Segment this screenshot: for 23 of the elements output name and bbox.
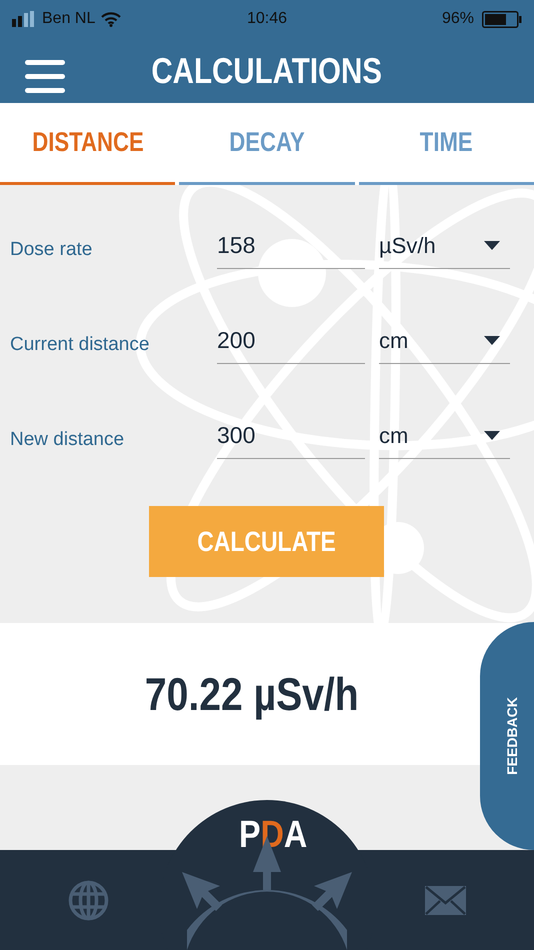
caret-icon	[484, 431, 500, 440]
carrier-name: Ben NL	[42, 10, 96, 28]
page-title: CALCULATIONS	[152, 50, 382, 92]
clock-time: 10:46	[246, 10, 288, 28]
input-field[interactable]: 158	[217, 223, 365, 269]
field-label: New distance	[9, 429, 126, 452]
field-label: Dose rate	[9, 239, 94, 262]
input-field[interactable]: 300	[217, 413, 365, 459]
battery-percent: 96%	[442, 10, 474, 28]
field-label: Current distance	[9, 334, 150, 357]
result-value: 70.22 µSv/h	[145, 667, 359, 721]
menu-icon[interactable]	[25, 60, 65, 93]
wifi-icon	[101, 12, 122, 26]
unit-dropdown[interactable]: cm	[379, 318, 510, 364]
unit-dropdown[interactable]: cm	[379, 413, 510, 459]
caret-icon	[484, 336, 500, 345]
battery-icon	[482, 10, 522, 28]
unit-dropdown[interactable]: µSv/h	[379, 223, 510, 269]
feedback-tab[interactable]	[480, 622, 534, 850]
feedback-label: FEEDBACK	[504, 697, 520, 775]
caret-icon	[484, 241, 500, 250]
input-field[interactable]: 200	[217, 318, 365, 364]
signal-icon	[12, 11, 36, 27]
